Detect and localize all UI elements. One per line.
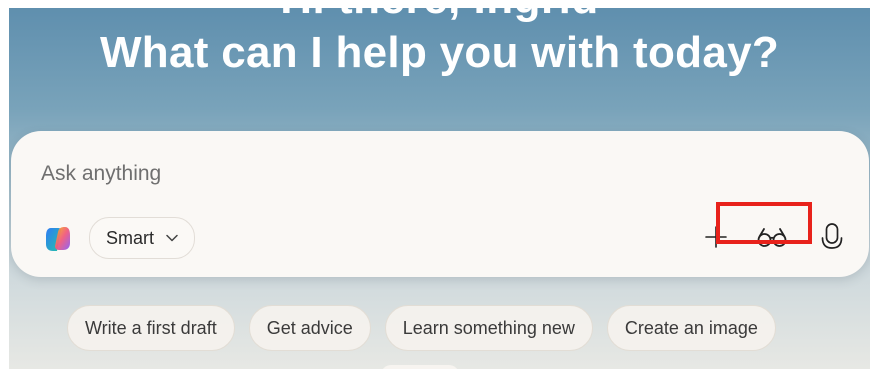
mode-selector-button[interactable]: Smart [89,217,196,259]
mode-label: Smart [106,227,155,248]
microphone-icon [821,223,843,249]
ask-input[interactable] [39,157,643,191]
suggestion-chip[interactable]: Learn something new [384,305,593,351]
suggestion-chip-partial[interactable] [381,365,459,369]
suggestion-chip[interactable]: Write a first draft [67,305,235,351]
microphone-button[interactable] [817,220,847,254]
highlight-box [716,202,812,244]
suggestion-chip[interactable]: Get advice [248,305,371,351]
chevron-down-icon [166,234,178,242]
greeting: Hi there, Ingrid [9,8,870,24]
copilot-logo [46,227,70,251]
suggestion-chips: Write a first draft Get advice Learn som… [67,305,776,351]
suggestion-chip[interactable]: Create an image [606,305,776,351]
page-title: What can I help you with today? [99,28,780,77]
copilot-home: Hi there, Ingrid What can I help you wit… [9,8,870,369]
